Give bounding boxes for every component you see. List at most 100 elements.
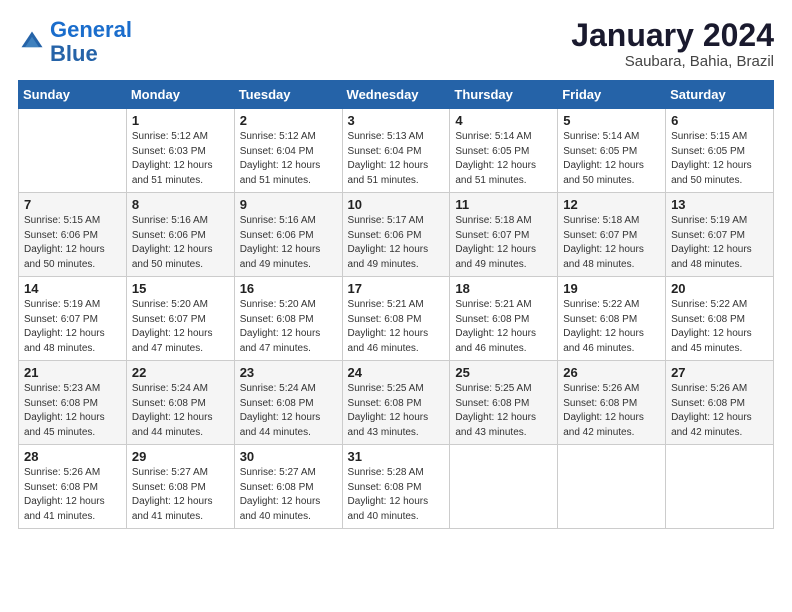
cell-1-3: 10 Sunrise: 5:17 AMSunset: 6:06 PMDaylig… <box>342 193 450 277</box>
day-info: Sunrise: 5:13 AMSunset: 6:04 PMDaylight:… <box>348 131 429 186</box>
day-info: Sunrise: 5:25 AMSunset: 6:08 PMDaylight:… <box>455 383 536 438</box>
cell-2-1: 15 Sunrise: 5:20 AMSunset: 6:07 PMDaylig… <box>126 277 234 361</box>
cell-2-4: 18 Sunrise: 5:21 AMSunset: 6:08 PMDaylig… <box>450 277 558 361</box>
cell-3-6: 27 Sunrise: 5:26 AMSunset: 6:08 PMDaylig… <box>666 361 774 445</box>
week-row-1: 7 Sunrise: 5:15 AMSunset: 6:06 PMDayligh… <box>19 193 774 277</box>
day-info: Sunrise: 5:24 AMSunset: 6:08 PMDaylight:… <box>240 383 321 438</box>
cell-0-0 <box>19 109 127 193</box>
day-info: Sunrise: 5:12 AMSunset: 6:03 PMDaylight:… <box>132 131 213 186</box>
day-number: 17 <box>348 281 445 296</box>
cell-3-1: 22 Sunrise: 5:24 AMSunset: 6:08 PMDaylig… <box>126 361 234 445</box>
cell-4-4 <box>450 445 558 529</box>
day-number: 15 <box>132 281 229 296</box>
day-number: 28 <box>24 449 121 464</box>
day-number: 18 <box>455 281 552 296</box>
cell-4-1: 29 Sunrise: 5:27 AMSunset: 6:08 PMDaylig… <box>126 445 234 529</box>
day-number: 4 <box>455 113 552 128</box>
cell-0-2: 2 Sunrise: 5:12 AMSunset: 6:04 PMDayligh… <box>234 109 342 193</box>
cell-3-4: 25 Sunrise: 5:25 AMSunset: 6:08 PMDaylig… <box>450 361 558 445</box>
day-number: 31 <box>348 449 445 464</box>
logo: General Blue <box>18 18 132 66</box>
day-number: 12 <box>563 197 660 212</box>
cell-4-0: 28 Sunrise: 5:26 AMSunset: 6:08 PMDaylig… <box>19 445 127 529</box>
day-number: 5 <box>563 113 660 128</box>
day-info: Sunrise: 5:26 AMSunset: 6:08 PMDaylight:… <box>563 383 644 438</box>
logo-icon <box>18 28 46 56</box>
cell-1-2: 9 Sunrise: 5:16 AMSunset: 6:06 PMDayligh… <box>234 193 342 277</box>
cell-1-0: 7 Sunrise: 5:15 AMSunset: 6:06 PMDayligh… <box>19 193 127 277</box>
day-info: Sunrise: 5:26 AMSunset: 6:08 PMDaylight:… <box>671 383 752 438</box>
cell-0-6: 6 Sunrise: 5:15 AMSunset: 6:05 PMDayligh… <box>666 109 774 193</box>
day-number: 2 <box>240 113 337 128</box>
cell-1-5: 12 Sunrise: 5:18 AMSunset: 6:07 PMDaylig… <box>558 193 666 277</box>
col-saturday: Saturday <box>666 81 774 109</box>
day-number: 14 <box>24 281 121 296</box>
calendar-table: Sunday Monday Tuesday Wednesday Thursday… <box>18 80 774 529</box>
day-info: Sunrise: 5:18 AMSunset: 6:07 PMDaylight:… <box>563 215 644 270</box>
cell-2-0: 14 Sunrise: 5:19 AMSunset: 6:07 PMDaylig… <box>19 277 127 361</box>
cell-0-5: 5 Sunrise: 5:14 AMSunset: 6:05 PMDayligh… <box>558 109 666 193</box>
cell-2-6: 20 Sunrise: 5:22 AMSunset: 6:08 PMDaylig… <box>666 277 774 361</box>
cell-3-0: 21 Sunrise: 5:23 AMSunset: 6:08 PMDaylig… <box>19 361 127 445</box>
title-block: January 2024 Saubara, Bahia, Brazil <box>571 18 774 70</box>
col-friday: Friday <box>558 81 666 109</box>
cell-2-2: 16 Sunrise: 5:20 AMSunset: 6:08 PMDaylig… <box>234 277 342 361</box>
day-number: 16 <box>240 281 337 296</box>
col-monday: Monday <box>126 81 234 109</box>
header-row: Sunday Monday Tuesday Wednesday Thursday… <box>19 81 774 109</box>
day-number: 23 <box>240 365 337 380</box>
cell-1-4: 11 Sunrise: 5:18 AMSunset: 6:07 PMDaylig… <box>450 193 558 277</box>
day-info: Sunrise: 5:21 AMSunset: 6:08 PMDaylight:… <box>455 299 536 354</box>
week-row-4: 28 Sunrise: 5:26 AMSunset: 6:08 PMDaylig… <box>19 445 774 529</box>
day-info: Sunrise: 5:27 AMSunset: 6:08 PMDaylight:… <box>240 467 321 522</box>
day-number: 25 <box>455 365 552 380</box>
cell-0-3: 3 Sunrise: 5:13 AMSunset: 6:04 PMDayligh… <box>342 109 450 193</box>
header: General Blue January 2024 Saubara, Bahia… <box>18 18 774 70</box>
day-info: Sunrise: 5:16 AMSunset: 6:06 PMDaylight:… <box>132 215 213 270</box>
week-row-0: 1 Sunrise: 5:12 AMSunset: 6:03 PMDayligh… <box>19 109 774 193</box>
day-number: 10 <box>348 197 445 212</box>
day-number: 8 <box>132 197 229 212</box>
day-info: Sunrise: 5:26 AMSunset: 6:08 PMDaylight:… <box>24 467 105 522</box>
col-tuesday: Tuesday <box>234 81 342 109</box>
cell-1-1: 8 Sunrise: 5:16 AMSunset: 6:06 PMDayligh… <box>126 193 234 277</box>
day-info: Sunrise: 5:15 AMSunset: 6:06 PMDaylight:… <box>24 215 105 270</box>
cell-3-5: 26 Sunrise: 5:26 AMSunset: 6:08 PMDaylig… <box>558 361 666 445</box>
cell-3-3: 24 Sunrise: 5:25 AMSunset: 6:08 PMDaylig… <box>342 361 450 445</box>
day-info: Sunrise: 5:17 AMSunset: 6:06 PMDaylight:… <box>348 215 429 270</box>
day-info: Sunrise: 5:20 AMSunset: 6:07 PMDaylight:… <box>132 299 213 354</box>
logo-text: General Blue <box>50 18 132 66</box>
cell-4-2: 30 Sunrise: 5:27 AMSunset: 6:08 PMDaylig… <box>234 445 342 529</box>
day-number: 26 <box>563 365 660 380</box>
day-info: Sunrise: 5:22 AMSunset: 6:08 PMDaylight:… <box>671 299 752 354</box>
day-info: Sunrise: 5:18 AMSunset: 6:07 PMDaylight:… <box>455 215 536 270</box>
day-info: Sunrise: 5:16 AMSunset: 6:06 PMDaylight:… <box>240 215 321 270</box>
day-info: Sunrise: 5:24 AMSunset: 6:08 PMDaylight:… <box>132 383 213 438</box>
day-info: Sunrise: 5:15 AMSunset: 6:05 PMDaylight:… <box>671 131 752 186</box>
location: Saubara, Bahia, Brazil <box>571 53 774 70</box>
col-thursday: Thursday <box>450 81 558 109</box>
page: General Blue January 2024 Saubara, Bahia… <box>0 0 792 539</box>
day-info: Sunrise: 5:19 AMSunset: 6:07 PMDaylight:… <box>24 299 105 354</box>
day-info: Sunrise: 5:23 AMSunset: 6:08 PMDaylight:… <box>24 383 105 438</box>
cell-4-5 <box>558 445 666 529</box>
day-info: Sunrise: 5:27 AMSunset: 6:08 PMDaylight:… <box>132 467 213 522</box>
col-wednesday: Wednesday <box>342 81 450 109</box>
day-number: 22 <box>132 365 229 380</box>
cell-0-1: 1 Sunrise: 5:12 AMSunset: 6:03 PMDayligh… <box>126 109 234 193</box>
day-info: Sunrise: 5:14 AMSunset: 6:05 PMDaylight:… <box>563 131 644 186</box>
day-info: Sunrise: 5:22 AMSunset: 6:08 PMDaylight:… <box>563 299 644 354</box>
day-number: 24 <box>348 365 445 380</box>
day-number: 29 <box>132 449 229 464</box>
day-info: Sunrise: 5:14 AMSunset: 6:05 PMDaylight:… <box>455 131 536 186</box>
week-row-3: 21 Sunrise: 5:23 AMSunset: 6:08 PMDaylig… <box>19 361 774 445</box>
day-number: 20 <box>671 281 768 296</box>
day-number: 27 <box>671 365 768 380</box>
day-info: Sunrise: 5:20 AMSunset: 6:08 PMDaylight:… <box>240 299 321 354</box>
day-info: Sunrise: 5:25 AMSunset: 6:08 PMDaylight:… <box>348 383 429 438</box>
month-title: January 2024 <box>571 18 774 53</box>
cell-2-3: 17 Sunrise: 5:21 AMSunset: 6:08 PMDaylig… <box>342 277 450 361</box>
cell-0-4: 4 Sunrise: 5:14 AMSunset: 6:05 PMDayligh… <box>450 109 558 193</box>
day-number: 30 <box>240 449 337 464</box>
col-sunday: Sunday <box>19 81 127 109</box>
